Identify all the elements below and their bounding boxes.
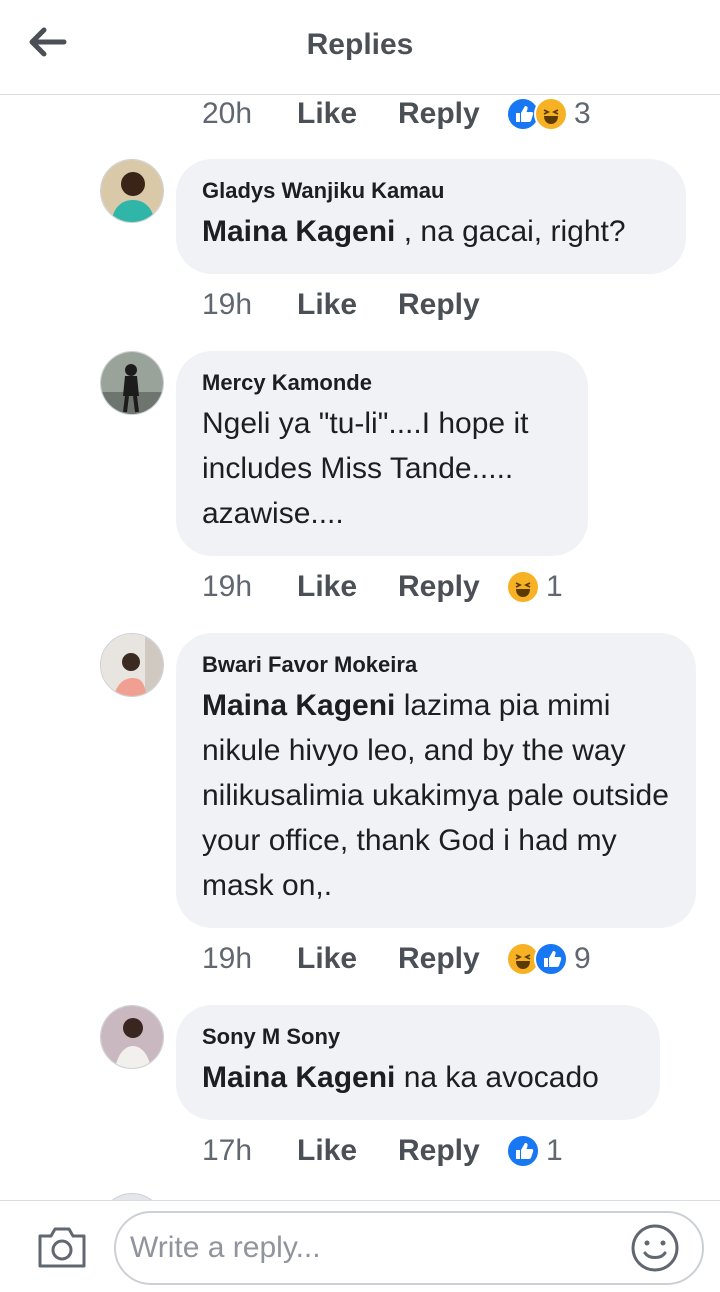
comment-bubble: Mercy Kamonde Ngeli ya "tu-li"....I hope…	[176, 351, 588, 556]
comment-author[interactable]: Sony M Sony	[202, 1023, 634, 1051]
reply-button[interactable]: Reply	[398, 288, 506, 322]
reaction-summary[interactable]: 9	[506, 942, 591, 976]
avatar[interactable]	[100, 351, 164, 415]
reaction-count: 3	[574, 97, 591, 130]
reply-button[interactable]: Reply	[398, 570, 506, 604]
like-button[interactable]: Like	[297, 570, 398, 604]
reply-input[interactable]	[114, 1211, 704, 1285]
comment-timestamp: 17h	[202, 1134, 253, 1167]
mention-link[interactable]: Maina Kageni	[202, 1061, 395, 1094]
like-icon	[506, 1134, 540, 1168]
camera-icon[interactable]	[36, 1224, 88, 1270]
page-title: Replies	[306, 28, 414, 61]
comment-text: Maina Kageni , na gacai, right?	[202, 209, 660, 254]
comment-bubble: Gladys Wanjiku Kamau Maina Kageni , na g…	[176, 159, 686, 274]
comment-meta-row: 19h Like Reply	[202, 283, 506, 327]
comment-meta-row: 19h Like Reply 9	[202, 937, 591, 981]
mention-link[interactable]: Maina Kageni	[202, 689, 395, 722]
comment-meta-row: 20h Like Reply 3	[202, 95, 591, 136]
reaction-count: 1	[546, 1134, 563, 1167]
comment-meta-row: 19h Like Reply 1	[202, 565, 563, 609]
top-bar: Replies	[0, 0, 720, 95]
reply-button[interactable]: Reply	[398, 942, 506, 976]
like-button[interactable]: Like	[297, 1134, 398, 1168]
comment-timestamp: 19h	[202, 942, 253, 975]
reaction-summary[interactable]: 1	[506, 570, 563, 604]
comment-author[interactable]: Bwari Favor Mokeira	[202, 651, 670, 679]
comment-author[interactable]: Mercy Kamonde	[202, 369, 562, 397]
reaction-summary[interactable]: 1	[506, 1134, 563, 1168]
reply-button[interactable]: Reply	[398, 1134, 506, 1168]
like-button[interactable]: Like	[297, 97, 398, 131]
haha-icon	[506, 570, 540, 604]
reaction-summary[interactable]: 3	[506, 97, 591, 131]
avatar[interactable]	[100, 633, 164, 697]
comment-body: Ngeli ya "tu-li"....I hope it includes M…	[202, 407, 529, 530]
comment-timestamp: 19h	[202, 288, 253, 321]
comment-bubble: Bwari Favor Mokeira Maina Kageni lazima …	[176, 633, 696, 928]
mention-link[interactable]: Maina Kageni	[202, 215, 395, 248]
replies-list[interactable]: 20h Like Reply 3 Gladys Wanjiku Kamau Ma…	[0, 95, 720, 1200]
comment-author[interactable]: Gladys Wanjiku Kamau	[202, 177, 660, 205]
comment-body: , na gacai, right?	[395, 215, 626, 248]
comment-text: Maina Kageni lazima pia mimi nikule hivy…	[202, 683, 670, 908]
avatar[interactable]	[100, 1193, 164, 1200]
comment-text: Maina Kageni na ka avocado	[202, 1055, 634, 1100]
comment-text: Ngeli ya "tu-li"....I hope it includes M…	[202, 401, 562, 536]
reply-composer	[0, 1200, 720, 1292]
comment-bubble: Sony M Sony Maina Kageni na ka avocado	[176, 1005, 660, 1120]
emoji-icon[interactable]	[630, 1223, 680, 1273]
like-icon	[534, 942, 568, 976]
comment-meta-row: 17h Like Reply 1	[202, 1129, 563, 1173]
haha-icon	[534, 97, 568, 131]
like-button[interactable]: Like	[297, 942, 398, 976]
comment-body: na ka avocado	[395, 1061, 599, 1094]
reply-button[interactable]: Reply	[398, 97, 506, 131]
reaction-count: 1	[546, 570, 563, 603]
comment-timestamp: 19h	[202, 570, 253, 603]
avatar[interactable]	[100, 159, 164, 223]
comment-timestamp: 20h	[202, 97, 253, 130]
avatar[interactable]	[100, 1005, 164, 1069]
reaction-count: 9	[574, 942, 591, 975]
like-button[interactable]: Like	[297, 288, 398, 322]
